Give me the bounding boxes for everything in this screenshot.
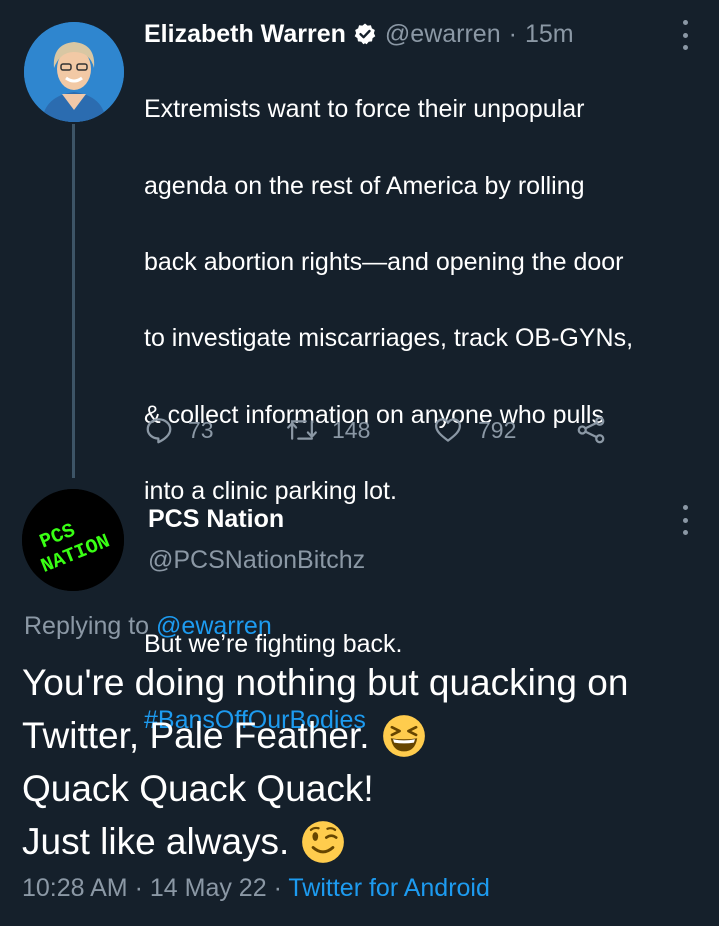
tweet2-text: You're doing nothing but quacking on Twi… — [22, 656, 712, 868]
like-count: 792 — [478, 416, 517, 443]
separator-dot: · — [273, 874, 282, 902]
tweet-text-segment: Twitter, Pale Feather. — [22, 715, 370, 756]
tweet-date[interactable]: 14 May 22 — [150, 874, 267, 902]
reply-icon — [146, 418, 172, 444]
avatar-pcs-nation[interactable]: PCS NATION — [22, 489, 124, 591]
replying-prefix: Replying to — [24, 612, 150, 640]
tweet1-header: Elizabeth Warren @ewarren · 15m — [144, 18, 574, 50]
tweet-time[interactable]: 10:28 AM — [22, 874, 128, 902]
winking-face-icon — [302, 820, 345, 863]
tweet-text-line: agenda on the rest of America by rolling — [144, 171, 585, 200]
avatar-elizabeth-warren[interactable] — [24, 22, 124, 122]
reply-count: 73 — [188, 416, 214, 443]
tweet-text-segment: Just like always. — [22, 821, 290, 862]
author-handle[interactable]: @ewarren — [385, 20, 501, 49]
tweet-text-segment: You're doing nothing but quacking on — [22, 662, 629, 703]
author-name[interactable]: Elizabeth Warren — [144, 20, 346, 49]
tweet-text-line: Just like always. — [22, 815, 712, 868]
heart-icon — [435, 418, 461, 442]
author-name[interactable]: PCS Nation — [148, 505, 284, 534]
retweet-button[interactable]: 148 — [286, 410, 370, 450]
share-icon — [577, 416, 605, 444]
tweet-source-link[interactable]: Twitter for Android — [288, 874, 489, 902]
tweet-text-line: to investigate miscarriages, track OB-GY… — [144, 324, 634, 353]
grinning-squinting-face-icon — [382, 714, 425, 757]
verified-badge-icon — [354, 23, 376, 45]
tweet-text-line: back abortion rights—and opening the doo… — [144, 248, 624, 277]
replying-to: Replying to @ewarren — [24, 612, 272, 641]
tweet-text-segment: Quack Quack Quack! — [22, 768, 374, 809]
pcs-nation-logo: PCS NATION — [22, 489, 124, 591]
retweet-icon — [287, 420, 317, 440]
separator-dot: · — [134, 874, 143, 902]
tweet-text-line: Extremists want to force their unpopular — [144, 95, 585, 124]
thread-line — [72, 124, 75, 478]
more-icon[interactable] — [681, 505, 689, 535]
reply-button[interactable]: 73 — [144, 410, 214, 450]
tweet-meta: 10:28 AM · 14 May 22 · Twitter for Andro… — [22, 874, 490, 903]
author-handle[interactable]: @PCSNationBitchz — [148, 546, 365, 575]
mention-link[interactable]: @ewarren — [156, 612, 272, 640]
more-icon[interactable] — [681, 20, 689, 50]
tweet1-actions: 73 148 792 — [144, 410, 614, 450]
share-button[interactable] — [576, 410, 606, 450]
retweet-count: 148 — [332, 416, 371, 443]
tweet-text-line: You're doing nothing but quacking on — [22, 656, 712, 709]
timestamp[interactable]: 15m — [525, 20, 574, 49]
like-button[interactable]: 792 — [432, 410, 516, 450]
tweet-text-line: Twitter, Pale Feather. — [22, 709, 712, 762]
avatar-photo — [24, 22, 124, 122]
tweet-text-line: Quack Quack Quack! — [22, 762, 712, 815]
separator-dot: · — [508, 19, 517, 48]
